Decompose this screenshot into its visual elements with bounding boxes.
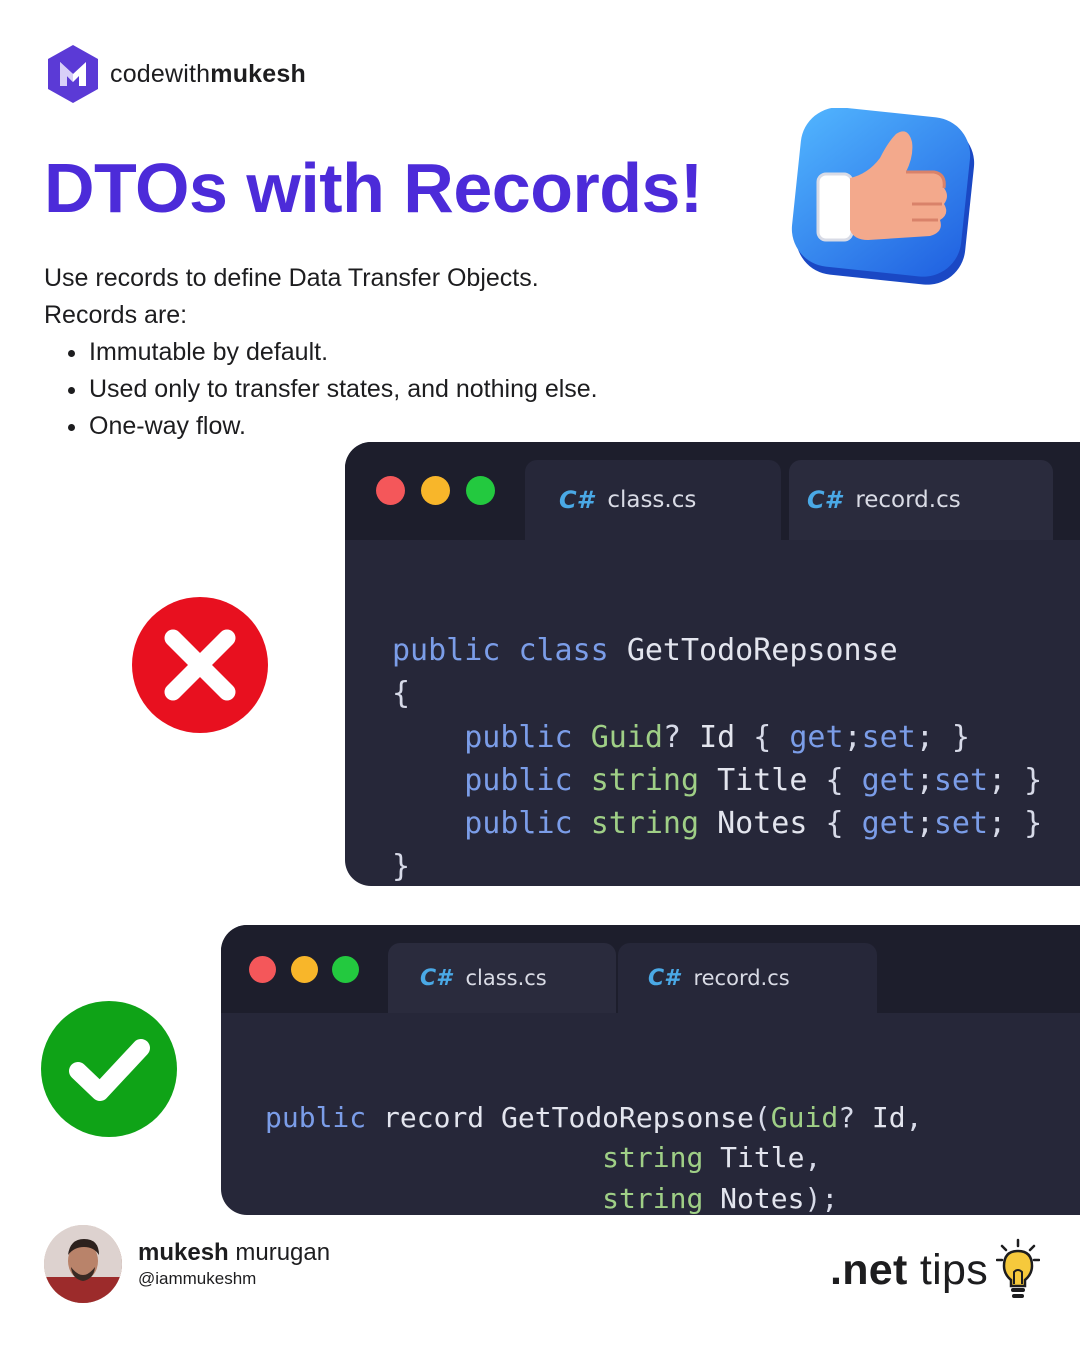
person-avatar-icon bbox=[44, 1225, 122, 1303]
code-line: public Guid? Id { get;set; } bbox=[464, 719, 970, 755]
csharp-icon: C# bbox=[807, 486, 842, 514]
class-code: public class GetTodoRepsonse { public Gu… bbox=[392, 586, 1042, 886]
code-line: public string Title { get;set; } bbox=[464, 762, 1043, 798]
record-code: public record GetTodoRepsonse(Guid? Id, … bbox=[265, 1057, 923, 1215]
close-dot-icon[interactable] bbox=[376, 476, 405, 505]
tab-record-cs[interactable]: C# record.cs bbox=[618, 943, 877, 1013]
tab-label: record.cs bbox=[693, 966, 790, 990]
page-title: DTOs with Records! bbox=[44, 149, 703, 227]
code-line: } bbox=[392, 849, 411, 885]
close-dot-icon[interactable] bbox=[249, 956, 276, 983]
code-line: string Notes); bbox=[602, 1181, 839, 1215]
check-circle-icon bbox=[41, 1001, 177, 1137]
thumbs-up-icon bbox=[791, 108, 975, 285]
code-line: public record GetTodoRepsonse(Guid? Id, bbox=[265, 1100, 923, 1134]
brand: codewithmukesh bbox=[46, 44, 306, 104]
tab-class-cs[interactable]: C# class.cs bbox=[525, 460, 781, 540]
tab-label: class.cs bbox=[607, 487, 697, 513]
net-tips-text: .net tips bbox=[829, 1245, 988, 1294]
csharp-icon: C# bbox=[559, 486, 594, 514]
minimize-dot-icon[interactable] bbox=[291, 956, 318, 983]
csharp-icon: C# bbox=[420, 965, 452, 991]
tab-record-cs[interactable]: C# record.cs bbox=[789, 460, 1053, 540]
record-code-window: C# class.cs C# record.cs public record G… bbox=[221, 925, 1080, 1215]
net-tips-label: .net tips bbox=[830, 1238, 1040, 1302]
tab-label: class.cs bbox=[465, 966, 547, 990]
hexagon-m-logo-icon bbox=[48, 45, 98, 103]
list-item: One-way flow. bbox=[89, 408, 764, 445]
intro: Use records to define Data Transfer Obje… bbox=[44, 260, 764, 445]
code-line: public string Notes { get;set; } bbox=[464, 806, 1043, 842]
tab-label: record.cs bbox=[855, 487, 961, 513]
maximize-dot-icon[interactable] bbox=[332, 956, 359, 983]
author-name: mukesh murugan bbox=[138, 1239, 331, 1266]
window-titlebar: C# class.cs C# record.cs bbox=[345, 442, 1080, 540]
intro-line: Records are: bbox=[44, 301, 188, 329]
records-benefits-list: Immutable by default. Used only to trans… bbox=[44, 334, 764, 445]
code-line: string Title, bbox=[602, 1141, 822, 1174]
x-circle-icon bbox=[132, 597, 268, 733]
intro-line: Use records to define Data Transfer Obje… bbox=[44, 264, 539, 292]
csharp-icon: C# bbox=[648, 965, 680, 991]
maximize-dot-icon[interactable] bbox=[466, 476, 495, 505]
list-item: Used only to transfer states, and nothin… bbox=[89, 371, 764, 408]
tab-class-cs[interactable]: C# class.cs bbox=[388, 943, 616, 1013]
author-handle: @iammukeshm bbox=[138, 1269, 257, 1288]
code-line: { bbox=[392, 676, 411, 712]
brand-name: codewithmukesh bbox=[110, 59, 306, 88]
list-item: Immutable by default. bbox=[89, 334, 764, 371]
lightbulb-icon bbox=[996, 1238, 1040, 1298]
minimize-dot-icon[interactable] bbox=[421, 476, 450, 505]
class-code-window: C# class.cs C# record.cs public class Ge… bbox=[345, 442, 1080, 886]
window-titlebar: C# class.cs C# record.cs bbox=[221, 925, 1080, 1013]
author: mukesh murugan @iammukeshm bbox=[44, 1225, 330, 1303]
code-line: public class GetTodoRepsonse bbox=[392, 633, 898, 669]
avatar[interactable] bbox=[44, 1225, 122, 1303]
